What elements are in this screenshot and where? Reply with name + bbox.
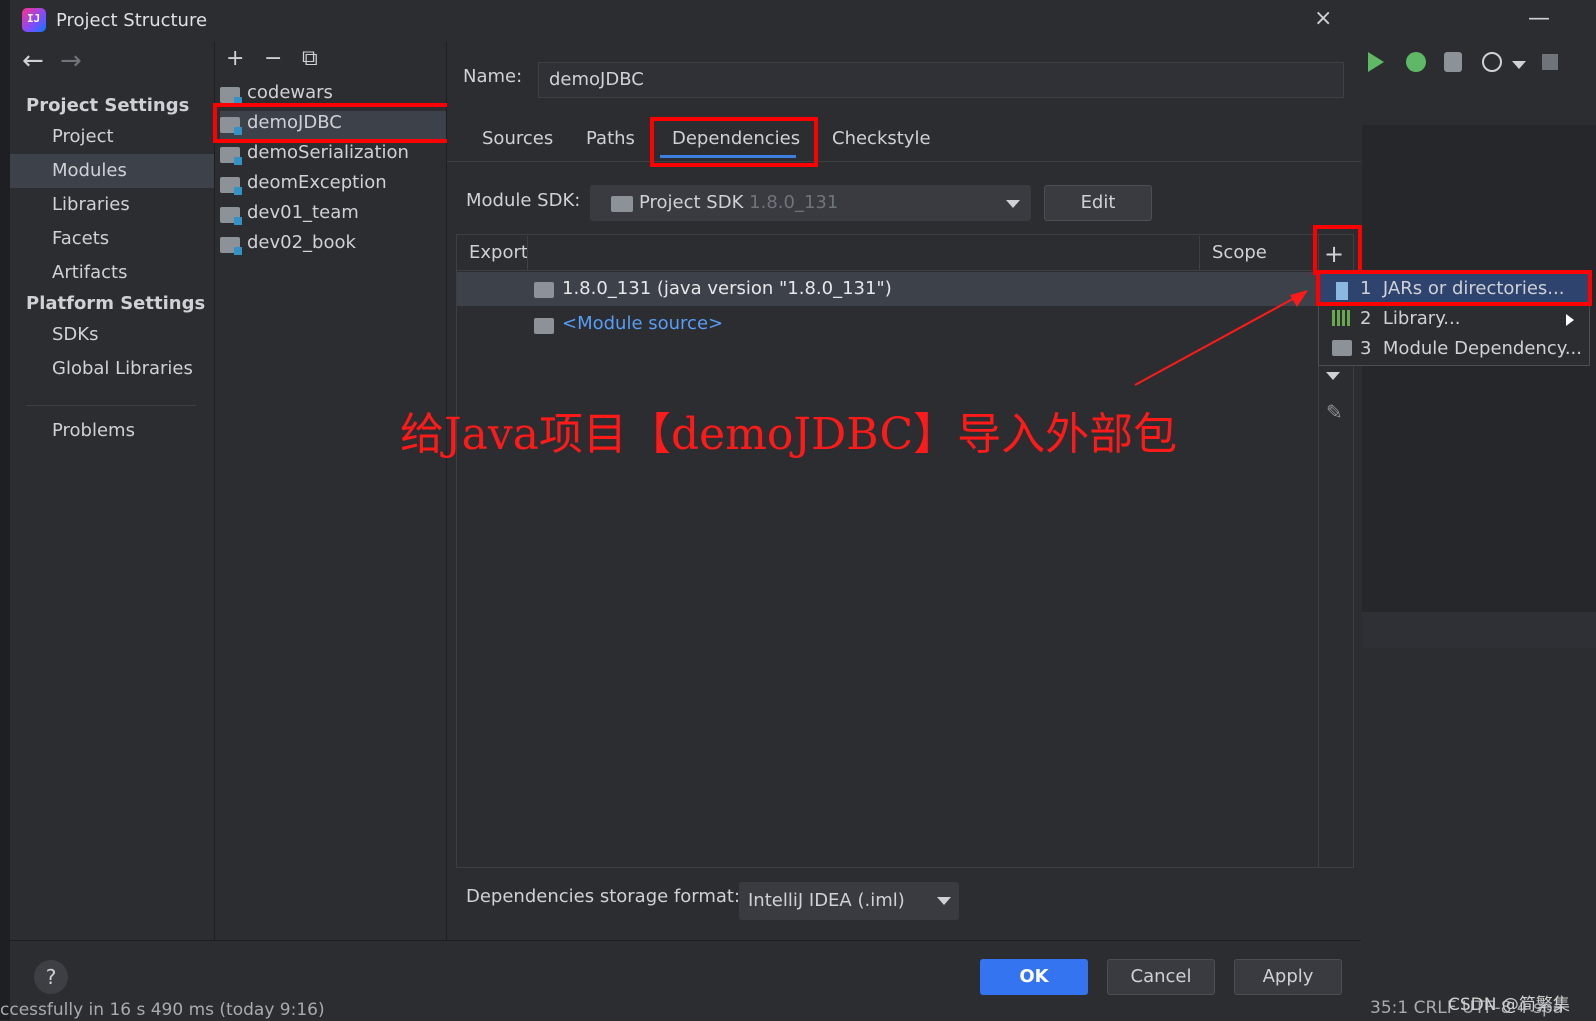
copy-module-icon[interactable]: ⧉ bbox=[302, 46, 318, 71]
module-item-dev02-book[interactable]: dev02_book bbox=[220, 231, 446, 259]
module-name-field[interactable]: demoJDBC bbox=[538, 62, 1344, 98]
move-down-icon[interactable] bbox=[1326, 372, 1340, 380]
module-item-deomexception[interactable]: deomException bbox=[220, 171, 446, 199]
add-module-icon[interactable]: + bbox=[226, 46, 244, 71]
highlight-add-box bbox=[1313, 225, 1362, 275]
intellij-logo-icon: IJ bbox=[22, 8, 46, 32]
module-item-dev01-team[interactable]: dev01_team bbox=[220, 201, 446, 229]
annotation-arrow bbox=[1134, 290, 1308, 386]
module-folder-icon bbox=[220, 87, 242, 105]
apply-button[interactable]: Apply bbox=[1234, 959, 1342, 995]
nav-item-problems[interactable]: Problems bbox=[52, 420, 135, 441]
sdk-folder-icon bbox=[611, 196, 633, 212]
dialog-titlebar bbox=[10, 0, 1361, 42]
tab-sources[interactable]: Sources bbox=[482, 128, 553, 149]
storage-format-value: IntelliJ IDEA (.iml) bbox=[748, 890, 905, 911]
export-column-header[interactable]: Export bbox=[469, 242, 528, 263]
module-folder-icon bbox=[220, 207, 242, 225]
highlight-menu-box bbox=[1316, 270, 1592, 306]
dialog-title: Project Structure bbox=[56, 10, 208, 31]
column-divider bbox=[527, 236, 528, 270]
nav-item-artifacts[interactable]: Artifacts bbox=[52, 262, 127, 283]
project-settings-heading: Project Settings bbox=[26, 95, 190, 116]
tab-checkstyle[interactable]: Checkstyle bbox=[832, 128, 931, 149]
close-icon[interactable]: × bbox=[1314, 6, 1332, 31]
profile-icon[interactable] bbox=[1482, 52, 1502, 72]
library-icon bbox=[1332, 310, 1352, 326]
highlight-module-box bbox=[213, 103, 453, 143]
module-folder-icon bbox=[220, 177, 242, 195]
jdk-folder-icon bbox=[534, 282, 554, 298]
module-folder-icon bbox=[220, 147, 242, 165]
nav-item-global-libraries[interactable]: Global Libraries bbox=[52, 358, 193, 379]
name-label: Name: bbox=[463, 66, 523, 87]
column-divider bbox=[1199, 236, 1200, 270]
ide-editor-strip bbox=[1362, 125, 1596, 647]
debug-icon[interactable] bbox=[1406, 52, 1426, 72]
menu-item-module-dependency[interactable]: 3 Module Dependency... bbox=[1360, 338, 1582, 359]
sdk-value: Project SDK 1.8.0_131 bbox=[639, 192, 839, 213]
nav-item-project[interactable]: Project bbox=[52, 126, 114, 147]
highlight-tab-box bbox=[650, 117, 818, 167]
ide-left-edge bbox=[0, 0, 10, 1020]
source-folder-icon bbox=[534, 318, 554, 334]
menu-item-library[interactable]: 2 Library... bbox=[1360, 308, 1460, 329]
minimize-icon[interactable]: — bbox=[1528, 6, 1550, 31]
scope-column-header[interactable]: Scope bbox=[1212, 242, 1267, 263]
ok-button[interactable]: OK bbox=[980, 959, 1088, 995]
storage-format-label: Dependencies storage format: bbox=[466, 886, 741, 907]
ide-current-line bbox=[1362, 612, 1596, 648]
nav-item-facets[interactable]: Facets bbox=[52, 228, 109, 249]
chevron-down-icon[interactable] bbox=[1006, 200, 1020, 208]
edit-sdk-button[interactable]: Edit bbox=[1044, 185, 1152, 221]
module-item-demoserialization[interactable]: demoSerialization bbox=[220, 141, 446, 169]
stop-icon[interactable] bbox=[1542, 54, 1558, 70]
tab-divider bbox=[447, 161, 1361, 162]
edit-pencil-icon[interactable]: ✎ bbox=[1326, 400, 1343, 424]
tab-paths[interactable]: Paths bbox=[586, 128, 635, 149]
status-message: ccessfully in 16 s 490 ms (today 9:16) bbox=[0, 1000, 325, 1020]
nav-item-sdks[interactable]: SDKs bbox=[52, 324, 98, 345]
cancel-button[interactable]: Cancel bbox=[1107, 959, 1215, 995]
back-arrow-icon[interactable]: ← bbox=[22, 46, 44, 76]
module-sdk-label: Module SDK: bbox=[466, 190, 581, 211]
run-icon[interactable] bbox=[1368, 52, 1384, 72]
forward-arrow-icon[interactable]: → bbox=[60, 46, 82, 76]
watermark: CSDN @简繁集 bbox=[1448, 995, 1570, 1015]
platform-settings-heading: Platform Settings bbox=[26, 293, 206, 314]
module-source-label[interactable]: <Module source> bbox=[562, 313, 723, 334]
chevron-down-icon[interactable] bbox=[937, 897, 951, 905]
help-icon[interactable]: ? bbox=[34, 960, 68, 994]
profile-dropdown-icon[interactable] bbox=[1512, 61, 1526, 69]
coverage-icon[interactable] bbox=[1444, 52, 1462, 72]
nav-item-modules[interactable]: Modules bbox=[52, 160, 127, 181]
jdk-dependency-label: 1.8.0_131 (java version "1.8.0_131") bbox=[562, 278, 892, 299]
nav-divider bbox=[26, 405, 196, 406]
module-folder-icon bbox=[220, 237, 242, 255]
header-divider bbox=[457, 270, 1317, 271]
remove-module-icon[interactable]: − bbox=[264, 46, 282, 71]
submenu-arrow-icon bbox=[1566, 314, 1574, 326]
nav-item-libraries[interactable]: Libraries bbox=[52, 194, 130, 215]
module-dependency-icon bbox=[1332, 340, 1352, 356]
annotation-text: 给Java项目【demoJDBC】导入外部包 bbox=[400, 409, 1178, 460]
